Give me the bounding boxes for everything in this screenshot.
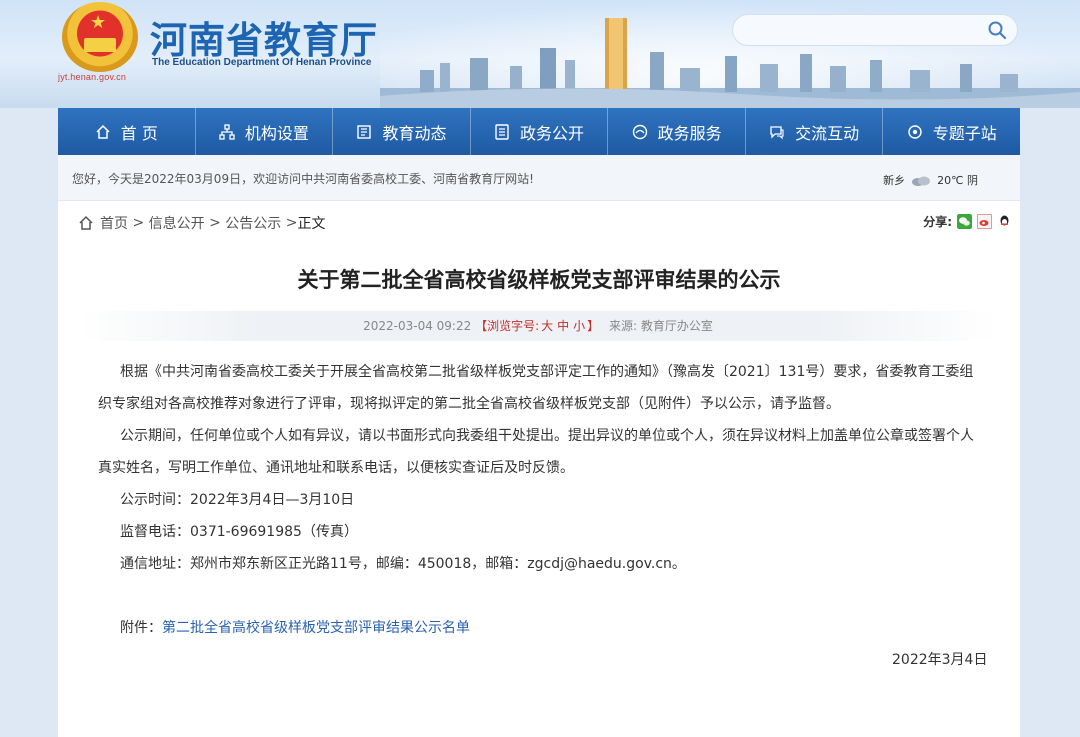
article-title: 关于第二批全省高校省级样板党支部评审结果的公示 bbox=[297, 268, 781, 292]
welcome-bar: 您好，今天是2022年03月09日，欢迎访问中共河南省委高校工委、河南省教育厅网… bbox=[58, 155, 1020, 201]
nav-item-home[interactable]: 首 页 bbox=[58, 108, 196, 155]
nav-item-topics[interactable]: 专题子站 bbox=[883, 108, 1020, 155]
wechat-share-icon[interactable] bbox=[957, 214, 972, 229]
weather-city: 新乡 bbox=[883, 174, 906, 187]
signature-date: 2022年3月4日 bbox=[892, 652, 988, 668]
nav-label: 教育动态 bbox=[382, 123, 447, 143]
nav-label: 政务服务 bbox=[657, 123, 722, 143]
nav-label: 机构设置 bbox=[244, 123, 309, 143]
news-icon bbox=[357, 124, 372, 139]
breadcrumb-info-public[interactable]: 信息公开 bbox=[149, 213, 205, 233]
weather-temp: 20℃ 阴 bbox=[937, 174, 978, 187]
article-container: 首页 > 信息公开 > 公告公示 > 正文 分享: 关于第二批全省高校省级样板党… bbox=[58, 201, 1020, 737]
nav-label: 交流互动 bbox=[795, 123, 860, 143]
article-meta: 2022-03-04 09:22 【浏览字号: 大中小】 来源: 教育厅办公室 bbox=[78, 311, 998, 341]
supervision-phone: 监督电话：0371-69691985（传真） bbox=[120, 524, 358, 540]
home-icon bbox=[79, 215, 93, 230]
service-icon bbox=[632, 124, 647, 139]
nav-label: 政务公开 bbox=[520, 123, 585, 143]
welcome-text: 您好，今天是2022年03月09日，欢迎访问中共河南省委高校工委、河南省教育厅网… bbox=[72, 172, 534, 186]
weibo-share-icon[interactable] bbox=[977, 214, 992, 229]
topic-icon bbox=[908, 124, 922, 139]
site-title: 河南省教育厅 bbox=[150, 19, 378, 62]
nav-label: 专题子站 bbox=[932, 123, 997, 143]
nav-item-interaction[interactable]: 交流互动 bbox=[746, 108, 884, 155]
breadcrumb-announcements[interactable]: 公告公示 bbox=[225, 213, 281, 233]
national-emblem-logo: ★ bbox=[62, 2, 138, 72]
document-icon bbox=[495, 123, 509, 140]
qq-share-icon[interactable] bbox=[997, 214, 1012, 229]
font-size-label-end: 】 bbox=[587, 319, 600, 333]
paragraph-line: 根据《中共河南省委高校工委关于开展全省高校第二批省级样板党支部评定工作的通知》（… bbox=[120, 364, 974, 380]
font-size-large-button[interactable]: 大 bbox=[541, 319, 553, 333]
font-size-small-button[interactable]: 小 bbox=[573, 319, 585, 333]
breadcrumb-separator: > bbox=[204, 215, 226, 231]
notice-period: 公示时间：2022年3月4日—3月10日 bbox=[120, 492, 355, 508]
breadcrumb-separator: > bbox=[281, 215, 298, 231]
breadcrumb-current: 正文 bbox=[297, 216, 326, 232]
main-nav: 首 页 机构设置 教育动态 政务公开 政务服务 交流互动 专题子站 bbox=[58, 108, 1020, 155]
paragraph-line: 织专家组对各高校推荐对象进行了评审，现将拟评定的第二批全省高校省级样板党支部（见… bbox=[98, 396, 840, 412]
breadcrumb-home[interactable]: 首页 bbox=[100, 213, 128, 233]
share-bar: 分享: bbox=[923, 213, 1012, 230]
share-label: 分享: bbox=[923, 215, 952, 229]
search-input[interactable] bbox=[732, 14, 1018, 46]
search-icon[interactable] bbox=[987, 20, 1007, 40]
attachment-link[interactable]: 第二批全省高校省级样板党支部评审结果公示名单 bbox=[162, 620, 470, 636]
paragraph-line: 公示期间，任何单位或个人如有异议，请以书面形式向我委组干处提出。提出异议的单位或… bbox=[120, 428, 974, 444]
publish-date: 2022-03-04 09:22 bbox=[363, 319, 472, 333]
org-icon bbox=[219, 123, 235, 140]
nav-item-public-affairs[interactable]: 政务公开 bbox=[471, 108, 609, 155]
nav-label: 首 页 bbox=[120, 123, 158, 143]
article-source: 来源: 教育厅办公室 bbox=[609, 319, 713, 333]
header-banner: ★ jyt.henan.gov.cn 河南省教育厅 The Education … bbox=[0, 0, 1080, 108]
font-size-medium-button[interactable]: 中 bbox=[557, 319, 569, 333]
mailing-address: 通信地址：郑州市郑东新区正光路11号，邮编：450018，邮箱：zgcdj@ha… bbox=[120, 556, 686, 572]
home-icon bbox=[96, 124, 110, 139]
nav-item-services[interactable]: 政务服务 bbox=[608, 108, 746, 155]
cloud-icon bbox=[912, 176, 931, 186]
breadcrumb: 首页 > 信息公开 > 公告公示 > 正文 bbox=[78, 213, 325, 233]
font-size-label: 【浏览字号: bbox=[475, 319, 540, 333]
site-subtitle: The Education Department Of Henan Provin… bbox=[152, 57, 372, 68]
site-url-label: jyt.henan.gov.cn bbox=[58, 72, 127, 82]
nav-item-org[interactable]: 机构设置 bbox=[196, 108, 334, 155]
weather-widget: 新乡 20℃ 阴 bbox=[883, 172, 978, 188]
breadcrumb-separator: > bbox=[128, 215, 149, 231]
attachment: 附件：第二批全省高校省级样板党支部评审结果公示名单 bbox=[120, 617, 470, 637]
paragraph-line: 真实姓名，写明工作单位、通讯地址和联系电话，以便核实查证后及时反馈。 bbox=[98, 460, 574, 476]
nav-item-news[interactable]: 教育动态 bbox=[333, 108, 471, 155]
chat-icon bbox=[770, 125, 784, 139]
attachment-label: 附件： bbox=[120, 620, 162, 636]
